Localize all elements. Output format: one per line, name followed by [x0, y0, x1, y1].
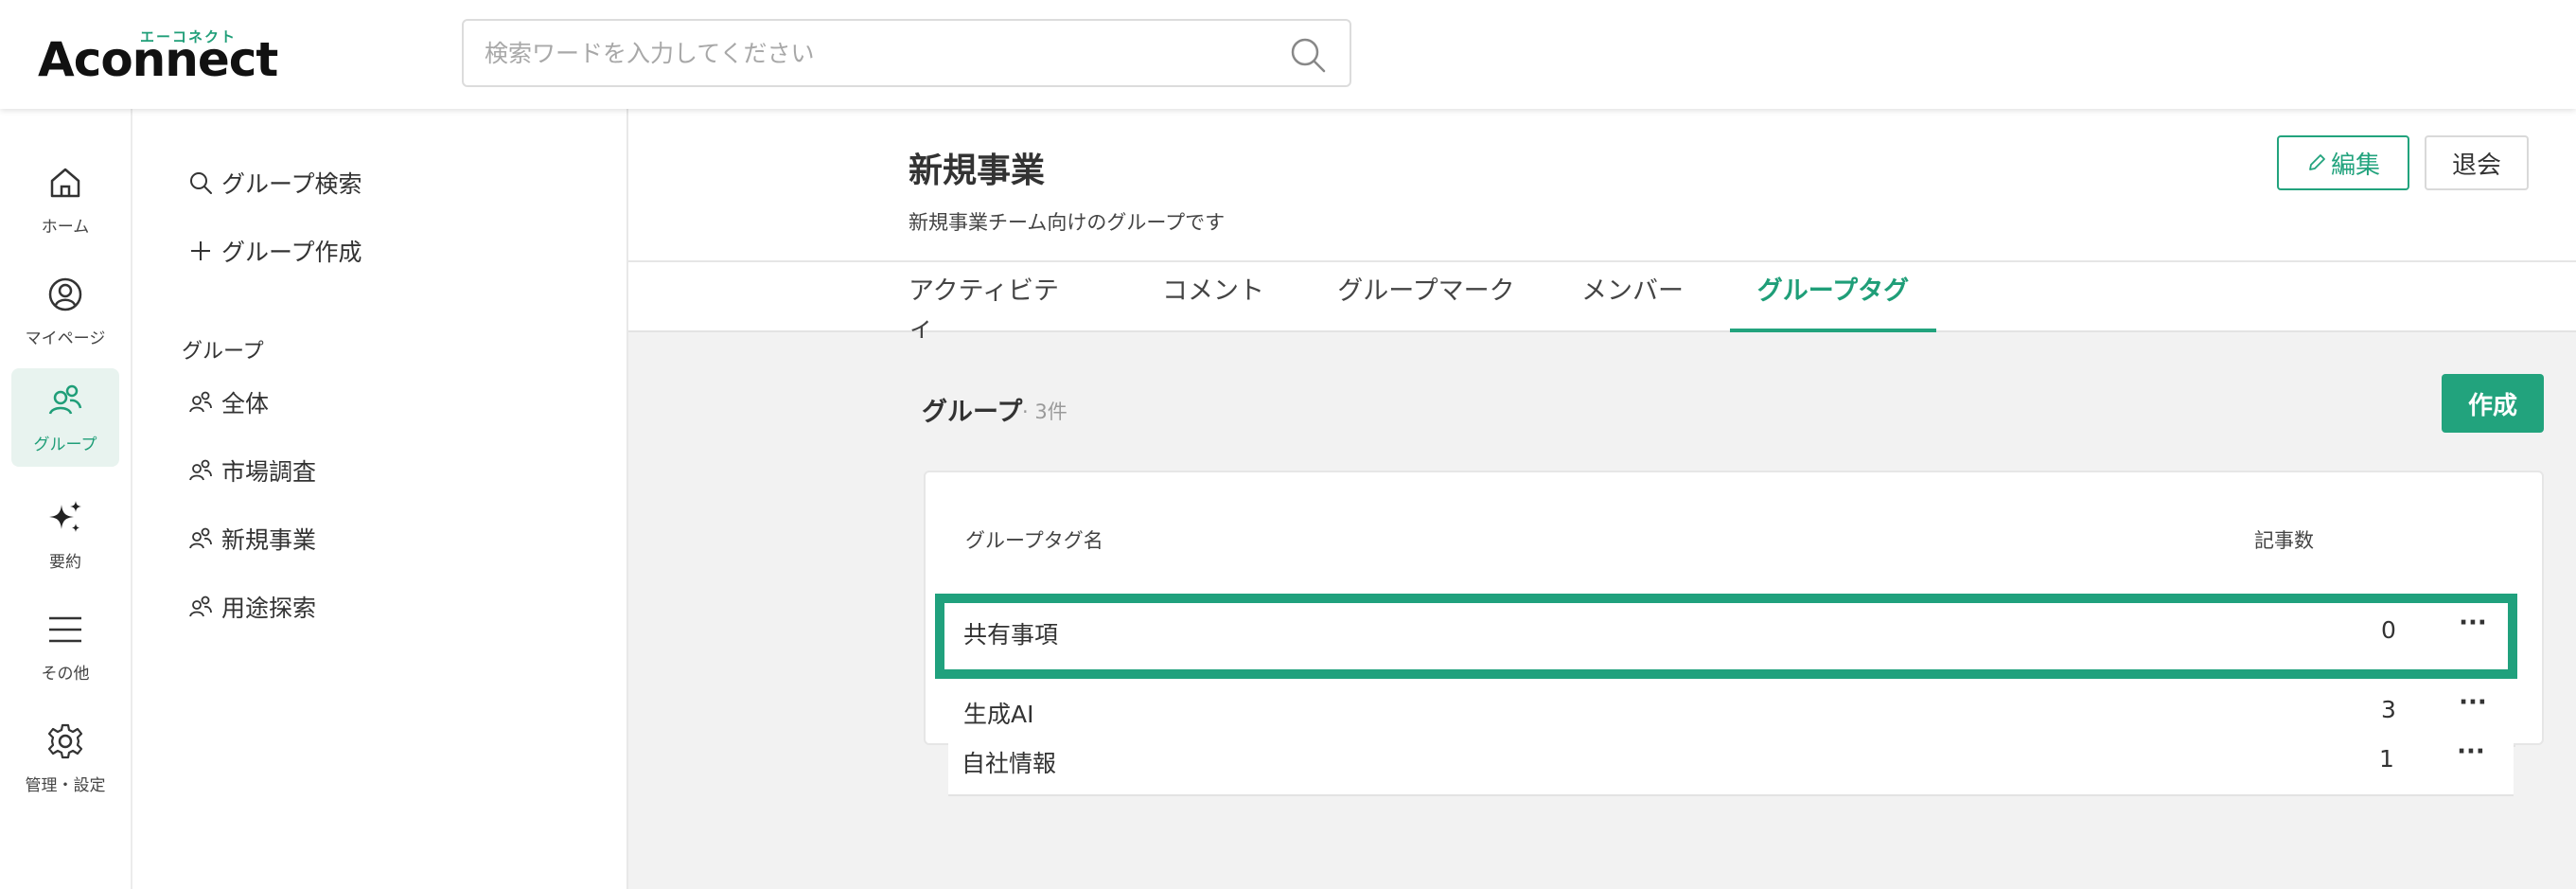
search-box	[462, 19, 1351, 87]
group-icon	[189, 391, 212, 413]
rail-item-group[interactable]: グループ	[11, 368, 119, 467]
table-row[interactable]: 共有事項 0 ···	[935, 594, 2517, 679]
group-header: 新規事業 新規事業チーム向けのグループです 編集 退会 アクティビティ コメント…	[628, 109, 2576, 343]
group-item-use-exploration[interactable]: 用途探索	[187, 588, 316, 626]
tag-name: 共有事項	[963, 621, 1059, 649]
rail-item-settings[interactable]: 管理・設定	[11, 709, 119, 808]
group-create-label: グループ作成	[221, 239, 362, 266]
tag-table: グループタグ名 記事数 共有事項 0 ··· 生成AI 3 ···	[924, 471, 2544, 747]
tab-group-tags[interactable]: グループタグ	[1730, 270, 1936, 332]
gear-icon	[47, 723, 83, 759]
rail-item-home[interactable]: ホーム	[11, 151, 119, 249]
rail-item-mypage[interactable]: マイページ	[11, 262, 119, 361]
tab-members[interactable]: メンバー	[1577, 270, 1688, 332]
group-description: 新規事業チーム向けのグループです	[909, 211, 1226, 234]
edit-button-label: 編集	[2330, 151, 2380, 180]
rail-label: ホーム	[41, 218, 90, 237]
table-row[interactable]: 自社情報 1 ···	[948, 728, 2514, 796]
page-title: 新規事業	[909, 151, 1046, 190]
more-options-icon[interactable]: ···	[2449, 688, 2497, 726]
rail-label: グループ	[33, 436, 97, 454]
group-nav: グループ検索 グループ作成 グループ 全体 市場調査 新規事業 用途探索	[132, 109, 628, 889]
column-header-article-count: 記事数	[2254, 529, 2314, 552]
top-header: エーコネクト Aconnect	[0, 0, 2576, 109]
tab-activity[interactable]: アクティビティ	[909, 270, 1069, 343]
group-icon	[189, 596, 212, 617]
rail-item-other[interactable]: その他	[11, 597, 119, 696]
more-options-icon[interactable]: ···	[2449, 609, 2497, 647]
rail-label: マイページ	[25, 329, 106, 348]
home-icon	[50, 168, 80, 198]
edit-button[interactable]: 編集	[2277, 135, 2409, 190]
tag-name: 自社情報	[962, 750, 1057, 777]
rail-label: 管理・設定	[25, 776, 106, 795]
rail-item-summary[interactable]: 要約	[11, 486, 119, 584]
group-create-link[interactable]: グループ作成	[187, 232, 362, 270]
group-item-label: 全体	[221, 390, 270, 418]
create-tag-button[interactable]: 作成	[2442, 374, 2544, 433]
leave-button[interactable]: 退会	[2425, 135, 2529, 190]
search-icon	[190, 172, 212, 194]
article-count: 0	[2381, 616, 2396, 644]
group-item-new-business[interactable]: 新規事業	[187, 520, 316, 558]
tag-name: 生成AI	[963, 701, 1034, 728]
group-item-all[interactable]: 全体	[187, 383, 269, 421]
group-icon	[48, 384, 82, 415]
user-circle-icon	[48, 277, 82, 311]
menu-icon	[49, 616, 81, 643]
group-section-heading: グループ	[182, 340, 264, 364]
group-item-market-research[interactable]: 市場調査	[187, 452, 316, 489]
group-icon	[189, 527, 212, 549]
tab-group-mark[interactable]: グループマーク	[1336, 270, 1516, 332]
article-count: 3	[2381, 696, 2396, 723]
icon-rail: ホーム マイページ グループ 要約 その他 管理・設定	[0, 109, 132, 889]
app-logo[interactable]: エーコネクト Aconnect	[38, 21, 278, 87]
tab-comment[interactable]: コメント	[1158, 270, 1268, 332]
tag-list-count: · 3件	[1022, 400, 1067, 423]
sparkle-icon	[49, 501, 81, 532]
plus-icon	[191, 241, 210, 260]
rail-label: 要約	[49, 553, 81, 572]
logo-text: Aconnect	[38, 32, 278, 87]
group-search-label: グループ検索	[221, 170, 362, 198]
group-item-label: 用途探索	[221, 595, 317, 622]
column-header-tag-name: グループタグ名	[965, 529, 1103, 552]
group-item-label: 市場調査	[221, 458, 317, 486]
search-icon[interactable]	[1289, 36, 1327, 74]
pencil-icon	[2309, 154, 2325, 170]
more-options-icon[interactable]: ···	[2447, 738, 2495, 775]
tag-list-title: グループ	[922, 398, 1023, 427]
group-search-link[interactable]: グループ検索	[187, 164, 362, 202]
group-item-label: 新規事業	[221, 526, 317, 554]
rail-label: その他	[41, 665, 90, 684]
article-count: 1	[2379, 745, 2394, 773]
header-divider	[628, 260, 2576, 262]
group-icon	[189, 459, 212, 481]
search-input[interactable]	[464, 21, 1278, 85]
